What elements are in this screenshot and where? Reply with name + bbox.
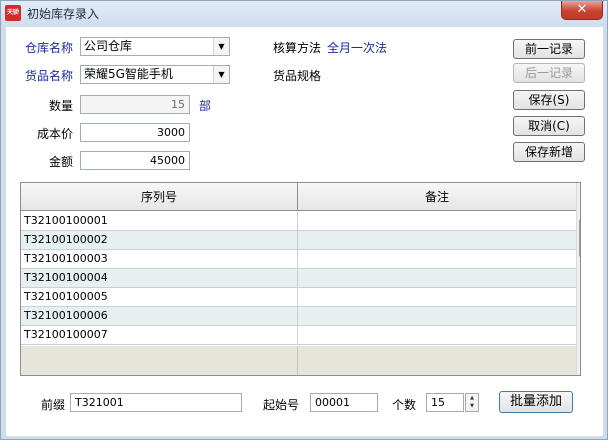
cost-label: 成本价 <box>36 127 73 141</box>
warehouse-value: 公司仓库 <box>84 39 133 53</box>
serial-cell[interactable]: T32100100006 <box>21 307 298 326</box>
serial-cell[interactable]: T32100100004 <box>21 269 298 288</box>
table-row[interactable]: T32100100006 <box>21 307 576 326</box>
start-number-label: 起始号 <box>263 398 300 412</box>
note-cell[interactable] <box>298 269 576 288</box>
scroll-up-icon[interactable]: ▲ <box>578 184 580 198</box>
window-title: 初始库存录入 <box>27 7 100 21</box>
serial-cell[interactable]: T32100100007 <box>21 326 298 345</box>
count-label: 个数 <box>392 398 417 412</box>
prefix-field[interactable]: T321001 <box>70 393 242 412</box>
scroll-down-icon[interactable]: ▼ <box>578 359 580 373</box>
serial-cell[interactable]: T32100100001 <box>21 212 298 231</box>
prefix-label: 前缀 <box>41 398 66 412</box>
next-record-button[interactable]: 后一记录 <box>513 63 585 83</box>
goods-select[interactable]: 荣耀5G智能手机 ▼ <box>80 65 230 84</box>
table-row[interactable]: T32100100005 <box>21 288 576 307</box>
accounting-label: 核算方法 <box>273 41 322 55</box>
vertical-scrollbar[interactable]: ▲ ▼ <box>576 183 580 375</box>
goods-label: 货品名称 <box>25 69 74 83</box>
warehouse-select[interactable]: 公司仓库 ▼ <box>80 37 230 56</box>
goods-value: 荣耀5G智能手机 <box>84 67 173 81</box>
note-cell[interactable] <box>298 250 576 269</box>
note-cell[interactable] <box>298 288 576 307</box>
column-divider <box>297 346 298 375</box>
count-stepper[interactable]: ▲ ▼ <box>465 393 479 412</box>
note-cell[interactable] <box>298 307 576 326</box>
column-header-note[interactable]: 备注 <box>298 183 576 211</box>
spec-label: 货品规格 <box>273 69 322 83</box>
unit-label: 部 <box>199 99 212 113</box>
stepper-up-icon[interactable]: ▲ <box>466 394 478 402</box>
app-logo-icon: 天骄 <box>5 5 21 21</box>
table-row[interactable]: T32100100003 <box>21 250 576 269</box>
amount-label: 金额 <box>48 155 73 169</box>
title-bar[interactable]: 天骄 初始库存录入 ✕ <box>1 1 607 25</box>
serial-cell[interactable]: T32100100005 <box>21 288 298 307</box>
table-row[interactable]: T32100100001 <box>21 212 576 231</box>
warehouse-label: 仓库名称 <box>25 41 74 55</box>
note-cell[interactable] <box>298 326 576 345</box>
serial-cell[interactable]: T32100100002 <box>21 231 298 250</box>
stepper-down-icon[interactable]: ▼ <box>466 402 478 410</box>
chevron-down-icon[interactable]: ▼ <box>213 38 229 55</box>
column-header-serial[interactable]: 序列号 <box>21 183 298 211</box>
table-row[interactable]: T32100100002 <box>21 231 576 250</box>
dialog-window: 天骄 初始库存录入 ✕ 仓库名称 公司仓库 ▼ 货品名称 荣耀5G智能手机 ▼ … <box>0 0 608 440</box>
quantity-label: 数量 <box>48 99 73 113</box>
batch-add-button[interactable]: 批量添加 <box>499 391 573 413</box>
save-new-button[interactable]: 保存新增 <box>513 142 585 162</box>
dialog-body: 仓库名称 公司仓库 ▼ 货品名称 荣耀5G智能手机 ▼ 核算方法 全月一次法 货… <box>6 27 603 436</box>
table-row[interactable]: T32100100007 <box>21 326 576 345</box>
note-cell[interactable] <box>298 231 576 250</box>
serial-cell[interactable]: T32100100003 <box>21 250 298 269</box>
prev-record-button[interactable]: 前一记录 <box>513 39 585 59</box>
note-cell[interactable] <box>298 212 576 231</box>
accounting-value: 全月一次法 <box>327 41 388 55</box>
cost-field[interactable]: 3000 <box>80 123 190 142</box>
amount-field[interactable]: 45000 <box>80 151 190 170</box>
count-field[interactable]: 15 <box>426 393 464 412</box>
scroll-thumb[interactable] <box>579 219 580 257</box>
close-button[interactable]: ✕ <box>561 1 603 20</box>
serial-grid[interactable]: 序列号 备注 T32100100001 T32100100002 T321001… <box>20 182 581 376</box>
save-button[interactable]: 保存(S) <box>513 90 585 110</box>
chevron-down-icon[interactable]: ▼ <box>213 66 229 83</box>
quantity-field[interactable]: 15 <box>80 95 190 114</box>
grid-empty-area <box>21 346 576 375</box>
cancel-button[interactable]: 取消(C) <box>513 116 585 136</box>
table-row[interactable]: T32100100004 <box>21 269 576 288</box>
start-number-field[interactable]: 00001 <box>310 393 378 412</box>
